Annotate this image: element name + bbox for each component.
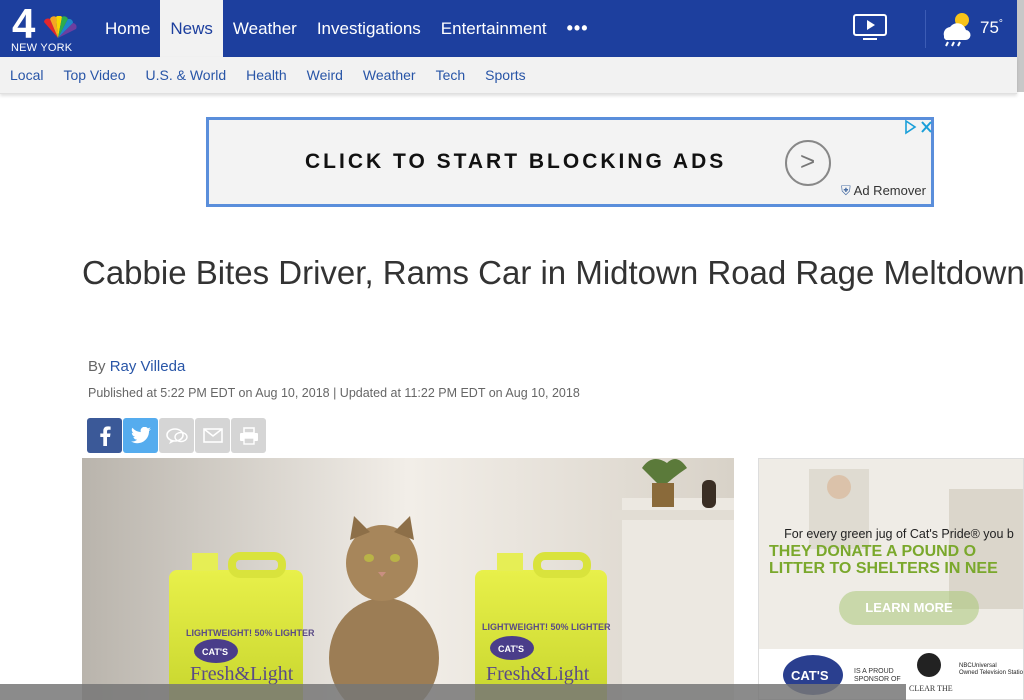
svg-text:CLEAR THE: CLEAR THE [909,684,953,693]
share-toolbar [87,418,266,453]
page: 4 NEW YORK Home News Weather Investigati… [0,0,1024,700]
cat-litter-ad-image: LIGHTWEIGHT! 50% LIGHTER CAT'S Fresh&Lig… [82,458,734,700]
facebook-icon [99,425,111,446]
share-comment-button[interactable] [159,418,194,453]
main-nav: Home News Weather Investigations Enterta… [95,0,599,57]
svg-text:Fresh&Light: Fresh&Light [486,663,590,685]
peacock-icon [44,16,77,38]
nav-weather[interactable]: Weather [223,0,307,57]
side-ad[interactable]: CAT'S IS A PROUD SPONSOR OF CLEAR THE NB… [758,458,1024,700]
print-icon [239,426,258,445]
subnav-tech[interactable]: Tech [426,57,476,94]
partly-cloudy-rain-icon[interactable] [936,10,974,48]
svg-text:Owned Television Stations: Owned Television Stations [959,670,1024,676]
ad-remover-text: Ad Remover [853,183,926,198]
twitter-icon [130,427,151,444]
share-twitter-button[interactable] [123,418,158,453]
byline-prefix: By [88,358,106,375]
nbc4-logo[interactable]: 4 NEW YORK [8,0,82,54]
learn-more-button[interactable]: LEARN MORE [839,591,979,625]
subnav-health[interactable]: Health [236,57,296,94]
nav-investigations[interactable]: Investigations [307,0,431,57]
chevron-right-icon: > [800,146,816,176]
video-play-icon[interactable] [853,14,887,42]
jug-left: LIGHTWEIGHT! 50% LIGHTER CAT'S Fresh&Lig… [169,552,315,700]
ad-choices-icon[interactable] [903,119,935,135]
nav-entertainment[interactable]: Entertainment [431,0,557,57]
subnav-weird[interactable]: Weird [297,57,353,94]
jug-right: LIGHTWEIGHT! 50% LIGHTER CAT'S Fresh&Lig… [475,552,611,700]
comment-icon [165,427,188,444]
temperature[interactable]: 75° [980,18,1003,38]
subnav-sports[interactable]: Sports [475,57,535,94]
nav-divider [925,10,926,48]
publish-date: Published at 5:22 PM EDT on Aug 10, 2018… [88,386,580,400]
sub-nav: Local Top Video U.S. & World Health Weir… [0,57,536,94]
svg-text:SPONSOR OF: SPONSOR OF [854,676,901,683]
nav-news[interactable]: News [160,0,223,57]
share-facebook-button[interactable] [87,418,122,453]
email-icon [202,428,223,443]
subnav-local[interactable]: Local [0,57,53,94]
temperature-unit: ° [998,18,1003,30]
side-ad-headline-line1: THEY DONATE A POUND O [769,543,977,560]
top-navigation-bar: 4 NEW YORK Home News Weather Investigati… [0,0,1024,57]
logo-city: NEW YORK [11,42,73,54]
share-print-button[interactable] [231,418,266,453]
ad-headline: CLICK TO START BLOCKING ADS [305,150,727,173]
video-progress-bar[interactable] [0,684,906,700]
side-ad-copy: For every green jug of Cat's Pride® you … [784,527,1014,541]
author-link[interactable]: Ray Villeda [110,358,186,375]
subnav-top-video[interactable]: Top Video [53,57,135,94]
shield-icon: ⛨ [841,183,851,198]
hero-video-ad[interactable]: LIGHTWEIGHT! 50% LIGHTER CAT'S Fresh&Lig… [82,458,734,700]
ad-remover-label: ⛨ Ad Remover [841,183,926,199]
svg-text:LIGHTWEIGHT! 50% LIGHTER: LIGHTWEIGHT! 50% LIGHTER [482,622,611,632]
side-ad-headline-line2: LITTER TO SHELTERS IN NEE [769,560,998,577]
temperature-value: 75 [980,18,999,37]
svg-text:NBCUniversal: NBCUniversal [959,663,997,669]
side-ad-headline: THEY DONATE A POUND O LITTER TO SHELTERS… [769,543,1023,577]
svg-text:IS A PROUD: IS A PROUD [854,668,894,675]
svg-text:CAT'S: CAT'S [791,668,829,683]
article-headline: Cabbie Bites Driver, Rams Car in Midtown… [82,254,1024,291]
svg-text:Fresh&Light: Fresh&Light [190,663,294,685]
more-menu-button[interactable]: ••• [557,0,599,57]
share-email-button[interactable] [195,418,230,453]
svg-text:CAT'S: CAT'S [202,647,228,657]
banner-ad[interactable]: CLICK TO START BLOCKING ADS > ⛨ Ad Remov… [206,117,934,207]
subnav-us-world[interactable]: U.S. & World [135,57,236,94]
svg-text:CAT'S: CAT'S [498,644,524,654]
byline: By Ray Villeda [88,358,185,375]
subnav-weather[interactable]: Weather [353,57,426,94]
ad-arrow-button[interactable]: > [785,140,831,186]
side-ad-background: CAT'S IS A PROUD SPONSOR OF CLEAR THE NB… [759,459,1024,699]
scrollbar[interactable] [1017,0,1024,92]
nav-home[interactable]: Home [95,0,160,57]
svg-text:LIGHTWEIGHT! 50% LIGHTER: LIGHTWEIGHT! 50% LIGHTER [186,628,315,638]
logo-number: 4 [12,0,36,47]
sub-navigation-bar: Local Top Video U.S. & World Health Weir… [0,57,1017,94]
